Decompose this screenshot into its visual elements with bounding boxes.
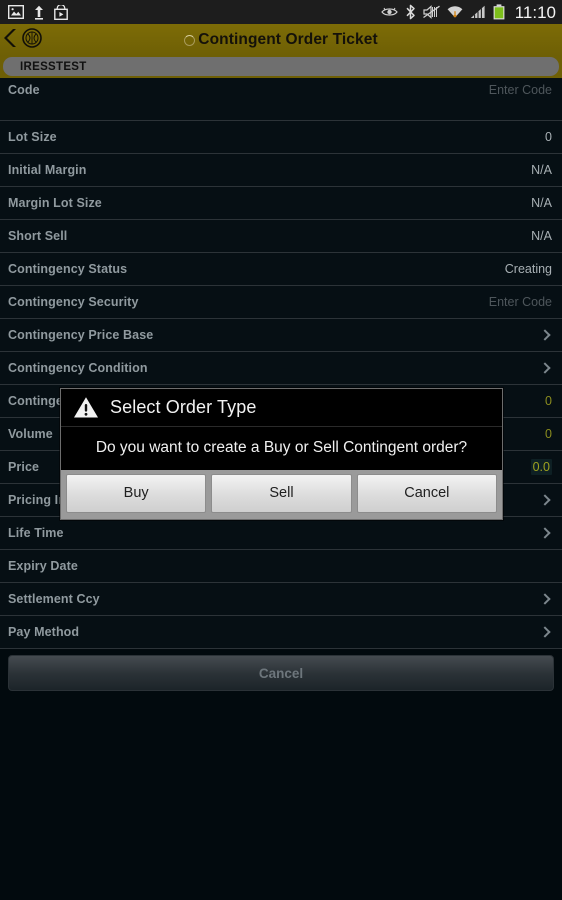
action-bar: Contingent Order Ticket [0,24,562,56]
form-row-label: Code [8,83,40,97]
dialog-button-label: Buy [123,485,149,502]
status-bar: 11:10 [0,0,562,24]
form-row-label: Contingency Security [8,295,139,309]
form-row-value[interactable]: 0 [545,427,552,441]
dialog-body: Do you want to create a Buy or Sell Cont… [61,427,502,470]
order-ticket-form: Code Enter Code Lot Size 0 Initial Margin N/A… [0,78,562,649]
form-row-label: Short Sell [8,229,68,243]
form-row-label: Lot Size [8,130,57,144]
form-row-value[interactable]: Creating [505,262,552,276]
form-row-label: Contingency Condition [8,361,148,375]
status-bar-left-icons [8,4,68,20]
dialog-message: Do you want to create a Buy or Sell Cont… [95,439,468,456]
action-bar-nav[interactable] [0,27,43,54]
app-screen: 11:10 Contingent Order Ticket IRESSTEST … [0,0,562,900]
form-row-value[interactable]: 0 [545,394,552,408]
form-row[interactable]: Expiry Date [0,550,562,583]
form-row-label: Contingency Price Base [8,328,154,342]
loading-spinner-icon [184,34,196,46]
dialog-button-buy[interactable]: Buy [66,473,207,513]
dialog-button-label: Cancel [404,485,450,502]
form-row-label: Volume [8,427,53,441]
warning-triangle-icon [73,396,99,419]
form-row[interactable]: Pay Method [0,616,562,649]
cancel-order-button-label: Cancel [258,665,304,681]
form-row-value[interactable]: N/A [531,163,552,177]
form-row-value[interactable]: N/A [531,229,552,243]
cancel-order-button[interactable]: Cancel [8,655,554,691]
form-row[interactable]: Settlement Ccy [0,583,562,616]
dialog-title: Select Order Type [110,397,257,417]
wifi-icon [447,5,463,19]
back-chevron-icon[interactable] [2,27,20,54]
chevron-right-icon[interactable] [540,591,552,607]
dialog-title-bar: Select Order Type [61,389,502,427]
account-tab-bar: IRESSTEST [0,56,562,78]
form-row-label: Price [8,460,40,474]
form-row-label: Expiry Date [8,559,78,573]
chevron-right-icon[interactable] [540,492,552,508]
upload-icon [33,5,45,20]
form-row[interactable]: Short Sell N/A [0,220,562,253]
form-row-label: Margin Lot Size [8,196,102,210]
signal-icon [470,5,486,19]
form-row-value[interactable]: Enter Code [489,295,552,309]
dialog-button-cancel[interactable]: Cancel [356,473,497,513]
form-row-value[interactable]: 0.0 [530,459,552,475]
form-row-label: Settlement Ccy [8,592,100,606]
play-store-icon [54,4,68,20]
chevron-right-icon[interactable] [540,525,552,541]
dialog-button-bar: Buy Sell Cancel [61,469,502,519]
form-row-label: Contingency Status [8,262,128,276]
bluetooth-icon [405,4,416,20]
form-row-value[interactable]: 0 [545,130,552,144]
app-logo-icon[interactable] [21,27,43,54]
form-row[interactable]: Margin Lot Size N/A [0,187,562,220]
action-bar-title-wrap: Contingent Order Ticket [0,24,562,56]
page-title: Contingent Order Ticket [198,31,378,48]
form-row[interactable]: Initial Margin N/A [0,154,562,187]
form-row[interactable]: Lot Size 0 [0,121,562,154]
form-row[interactable]: Contingency Security Enter Code [0,286,562,319]
chevron-right-icon[interactable] [540,327,552,343]
form-row[interactable]: Contingency Price Base [0,319,562,352]
form-row-value[interactable]: N/A [531,196,552,210]
account-tab-label: IRESSTEST [20,60,87,73]
account-tab-iresstest[interactable]: IRESSTEST [3,57,559,76]
form-row-label: Life Time [8,526,64,540]
status-bar-clock: 11:10 [514,2,556,22]
form-row[interactable]: Life Time [0,517,562,550]
eye-icon [380,6,398,18]
dialog-button-sell[interactable]: Sell [211,473,352,513]
chevron-right-icon[interactable] [540,360,552,376]
status-bar-right-icons: 11:10 [380,2,556,22]
form-row-label: Pay Method [8,625,80,639]
chevron-right-icon[interactable] [540,624,552,640]
form-row-value[interactable]: Enter Code [489,83,552,97]
form-row[interactable]: Contingency Status Creating [0,253,562,286]
select-order-type-dialog: Select Order Type Do you want to create … [60,388,503,520]
dialog-button-label: Sell [269,485,294,502]
image-icon [8,5,24,19]
form-footer: Cancel [0,649,562,691]
battery-icon [493,4,505,20]
mute-icon [422,5,440,19]
form-row[interactable]: Contingency Condition [0,352,562,385]
form-row[interactable]: Code Enter Code [0,78,562,121]
form-row-label: Initial Margin [8,163,87,177]
